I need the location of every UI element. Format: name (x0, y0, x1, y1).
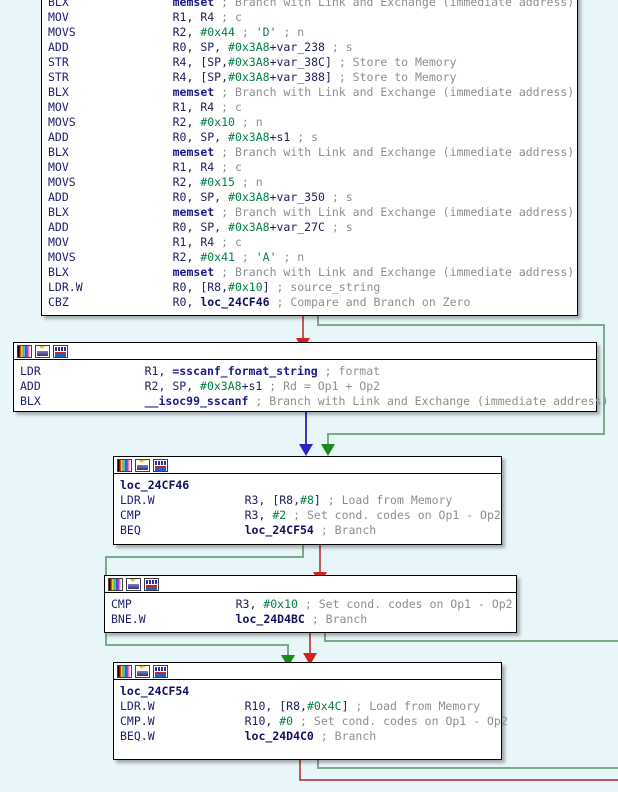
disasm-line[interactable]: BEQ.W loc_24D4C0 ; Branch (114, 729, 501, 744)
disasm-line[interactable]: BEQ loc_24CF54 ; Branch (114, 523, 501, 538)
disasm-line[interactable]: ADD R2, SP, #0x3A8+s1 ; Rd = Op1 + Op2 (14, 379, 596, 394)
graph-layout-icon[interactable] (53, 344, 68, 358)
disasm-line[interactable]: MOVS R2, #0x44 ; 'D' ; n (42, 25, 577, 40)
disasm-line[interactable]: BLX memset ; Branch with Link and Exchan… (42, 0, 577, 10)
disasm-line[interactable]: CMP.W R10, #0 ; Set cond. codes on Op1 -… (114, 714, 508, 729)
disasm-line[interactable]: ADD R0, SP, #0x3A8+var_238 ; s (42, 40, 577, 55)
block-loc24CF54-code: loc_24CF54 LDR.W R10, [R8,#0x4C] ; Load f… (114, 680, 508, 747)
palette-icon[interactable] (117, 458, 132, 472)
palette-icon[interactable] (108, 577, 123, 591)
graph-block-loc24CF54[interactable]: loc_24CF54 LDR.W R10, [R8,#0x4C] ; Load f… (113, 662, 508, 760)
disasm-line[interactable]: MOVS R2, #0x15 ; n (42, 175, 577, 190)
graph-layout-icon[interactable] (153, 664, 168, 678)
disasm-line[interactable]: MOV R1, R4 ; c (42, 160, 577, 175)
disasm-line[interactable]: BLX memset ; Branch with Link and Exchan… (42, 145, 577, 160)
disasm-line[interactable]: BNE.W loc_24D4BC ; Branch (105, 612, 516, 627)
disasm-line[interactable]: ADD R0, SP, #0x3A8+var_350 ; s (42, 190, 577, 205)
disasm-line[interactable]: LDR.W R0, [R8,#0x10] ; source_string (42, 280, 577, 295)
disasm-line[interactable]: LDR.W R3, [R8,#8] ; Load from Memory (114, 493, 501, 508)
disasm-line[interactable]: MOV R1, R4 ; c (42, 100, 577, 115)
graph-block-top[interactable]: BLX memset ; Branch with Link and Exchan… (41, 0, 578, 316)
block-titlebar[interactable] (114, 663, 501, 680)
disasm-line[interactable]: ADD R0, SP, #0x3A8+s1 ; s (42, 130, 577, 145)
block-top-code: BLX memset ; Branch with Link and Exchan… (42, 0, 577, 313)
block-titlebar[interactable] (14, 343, 596, 360)
disasm-line[interactable]: BLX memset ; Branch with Link and Exchan… (42, 265, 577, 280)
disasm-line[interactable]: BLX __isoc99_sscanf ; Branch with Link a… (14, 394, 609, 409)
block-loc24CF46-code: loc_24CF46 LDR.W R3, [R8,#8] ; Load from … (114, 474, 501, 541)
block-label[interactable]: loc_24CF46 (114, 478, 501, 493)
disasm-line[interactable]: BLX memset ; Branch with Link and Exchan… (42, 85, 577, 100)
block-cmp10-code: CMP R3, #0x10 ; Set cond. codes on Op1 -… (105, 593, 516, 630)
block-label[interactable]: loc_24CF54 (114, 684, 501, 699)
disasm-line[interactable]: ADD R0, SP, #0x3A8+var_27C ; s (42, 220, 577, 235)
graph-layout-icon[interactable] (144, 577, 159, 591)
graph-block-sscanf[interactable]: LDR R1, =sscanf_format_string ; format AD… (13, 342, 609, 412)
graph-block-cmp10[interactable]: CMP R3, #0x10 ; Set cond. codes on Op1 -… (104, 575, 517, 633)
disasm-line[interactable]: MOVS R2, #0x10 ; n (42, 115, 577, 130)
palette-icon[interactable] (117, 664, 132, 678)
disasm-line[interactable]: BLX memset ; Branch with Link and Exchan… (42, 205, 577, 220)
disasm-line[interactable]: CBZ R0, loc_24CF46 ; Compare and Branch … (42, 295, 577, 310)
block-titlebar[interactable] (105, 576, 516, 593)
disasm-line[interactable]: STR R4, [SP,#0x3A8+var_388] ; Store to M… (42, 70, 577, 85)
pencil-icon[interactable] (135, 664, 150, 678)
disasm-line[interactable]: LDR.W R10, [R8,#0x4C] ; Load from Memory (114, 699, 501, 714)
graph-layout-icon[interactable] (153, 458, 168, 472)
disasm-line[interactable]: MOV R1, R4 ; c (42, 235, 577, 250)
disasm-line[interactable]: MOV R1, R4 ; c (42, 10, 577, 25)
ida-graph-canvas[interactable]: BLX memset ; Branch with Link and Exchan… (0, 0, 618, 792)
disasm-line[interactable]: STR R4, [SP,#0x3A8+var_38C] ; Store to M… (42, 55, 577, 70)
disasm-line[interactable]: CMP R3, #2 ; Set cond. codes on Op1 - Op… (114, 508, 501, 523)
palette-icon[interactable] (17, 344, 32, 358)
pencil-icon[interactable] (135, 458, 150, 472)
pencil-icon[interactable] (126, 577, 141, 591)
pencil-icon[interactable] (35, 344, 50, 358)
disasm-line[interactable]: LDR R1, =sscanf_format_string ; format (14, 364, 596, 379)
disasm-line[interactable]: MOVS R2, #0x41 ; 'A' ; n (42, 250, 577, 265)
block-sscanf-code: LDR R1, =sscanf_format_string ; format AD… (14, 360, 609, 412)
block-titlebar[interactable] (114, 457, 501, 474)
disasm-line[interactable]: CMP R3, #0x10 ; Set cond. codes on Op1 -… (105, 597, 516, 612)
graph-block-loc24CF46[interactable]: loc_24CF46 LDR.W R3, [R8,#8] ; Load from … (113, 456, 502, 545)
